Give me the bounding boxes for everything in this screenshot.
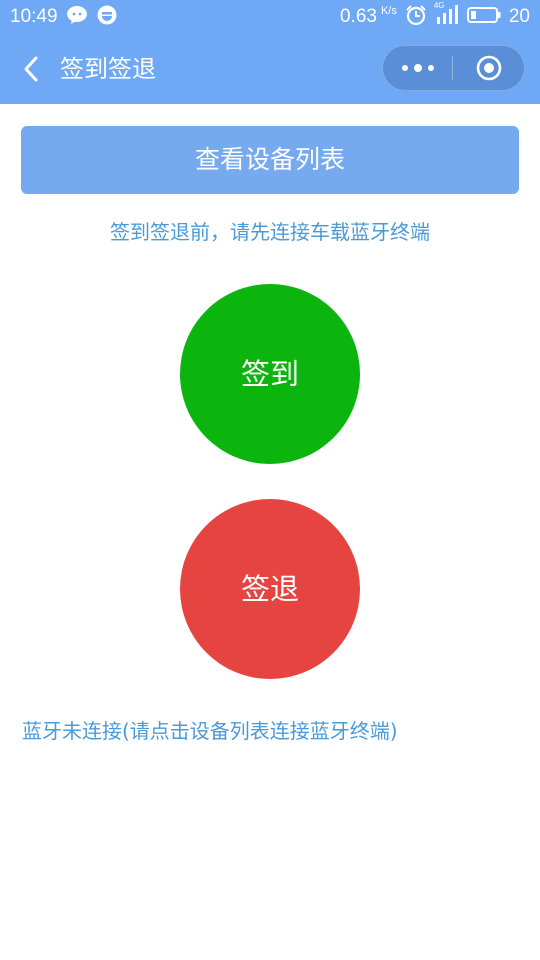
alarm-icon (405, 4, 427, 30)
signal-icon: 4G (434, 1, 459, 29)
network-speed-unit: K/s (380, 5, 397, 17)
device-list-button[interactable]: 查看设备列表 (21, 126, 519, 194)
more-dots-icon (401, 64, 434, 72)
check-out-button[interactable]: 签退 (180, 499, 360, 679)
mini-program-capsule (382, 45, 525, 91)
chevron-left-icon (24, 56, 38, 82)
wechat-icon (66, 5, 88, 29)
back-button[interactable] (16, 54, 46, 84)
network-type: 4G (433, 1, 445, 10)
navigation-bar: 签到签退 (0, 34, 540, 104)
connection-hint: 签到签退前，请先连接车载蓝牙终端 (110, 220, 430, 244)
status-time: 10:49 (10, 6, 58, 27)
sync-icon (96, 4, 118, 30)
close-button[interactable] (453, 46, 524, 90)
status-bar: 10:49 0.63 K/s 4G 20 (0, 0, 540, 34)
more-button[interactable] (383, 46, 452, 90)
battery-level: 20 (508, 6, 530, 27)
check-in-button[interactable]: 签到 (180, 284, 360, 464)
battery-icon (466, 6, 501, 28)
page-title: 签到签退 (60, 55, 156, 83)
network-speed: 0.63 (339, 6, 377, 27)
bluetooth-status: 蓝牙未连接(请点击设备列表连接蓝牙终端) (22, 719, 398, 743)
target-close-icon (476, 55, 501, 81)
